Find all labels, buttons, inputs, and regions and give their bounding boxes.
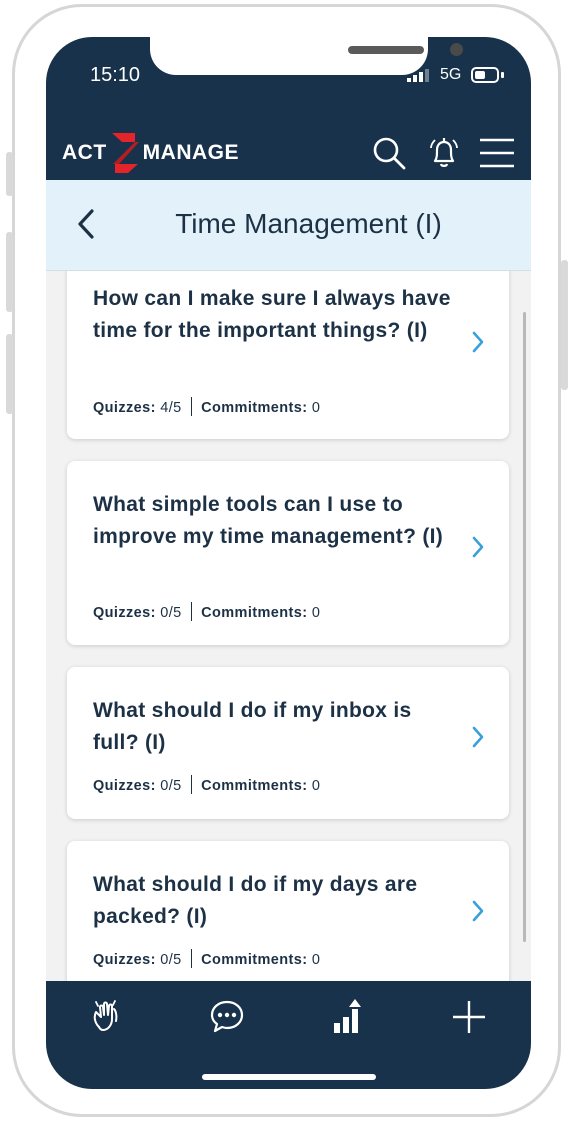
phone-side-button [6, 232, 13, 312]
bar-chart-icon[interactable] [328, 997, 368, 1037]
home-indicator[interactable] [202, 1074, 376, 1080]
chevron-right-icon[interactable] [471, 535, 485, 559]
logo-z-mark [111, 133, 139, 173]
quizzes-value: 4/5 [160, 399, 182, 416]
lesson-progress: Quizzes: 0/5 Commitments: 0 [93, 949, 320, 971]
quizzes-value: 0/5 [160, 951, 182, 968]
lesson-card[interactable]: What simple tools can I use to improve m… [67, 461, 509, 645]
status-time: 15:10 [90, 64, 141, 86]
phone-side-button [6, 152, 13, 196]
logo-text-left: ACT [62, 141, 107, 164]
commitments-value: 0 [311, 399, 321, 416]
camera [450, 43, 463, 56]
commitments-label: Commitments: [201, 604, 308, 621]
quizzes-value: 0/5 [160, 777, 182, 794]
lesson-progress: Quizzes: 4/5 Commitments: 0 [93, 397, 320, 419]
phone-side-button [561, 260, 568, 390]
bell-icon[interactable] [426, 135, 462, 171]
battery-cap [501, 72, 504, 78]
scrollbar[interactable] [523, 312, 526, 942]
commitments-value: 0 [311, 604, 321, 621]
chevron-right-icon[interactable] [471, 725, 485, 749]
battery-icon [471, 67, 499, 83]
meta-divider [190, 949, 193, 968]
app-header: ACT MANAGE [46, 127, 531, 180]
lesson-question: How can I make sure I always have time f… [93, 287, 451, 342]
quizzes-value: 0/5 [160, 604, 182, 621]
lesson-question: What should I do if my days are packed? … [93, 873, 418, 928]
plus-icon[interactable] [449, 997, 489, 1037]
notch [150, 37, 463, 75]
chevron-right-icon[interactable] [471, 330, 485, 354]
phone-side-button [6, 334, 13, 414]
app-logo[interactable]: ACT MANAGE [62, 131, 239, 175]
lesson-question: What simple tools can I use to improve m… [93, 493, 444, 548]
chat-bubble-icon[interactable] [207, 997, 247, 1037]
clap-hands-icon[interactable] [87, 997, 127, 1037]
speaker [348, 46, 424, 54]
quizzes-label: Quizzes: [93, 777, 156, 794]
commitments-label: Commitments: [201, 951, 308, 968]
lesson-card[interactable]: What should I do if my days are packed? … [67, 841, 509, 981]
quizzes-label: Quizzes: [93, 399, 156, 416]
phone-screen: 15:10 5G ACT MANAGE Time Management (I) … [46, 37, 531, 1089]
meta-divider [190, 397, 193, 416]
quizzes-label: Quizzes: [93, 951, 156, 968]
signal-icon [407, 69, 429, 82]
lesson-list[interactable]: How can I make sure I always have time f… [46, 271, 531, 981]
bottom-tab-bar [46, 981, 531, 1089]
chevron-right-icon[interactable] [471, 899, 485, 923]
logo-text-right: MANAGE [142, 141, 240, 164]
menu-icon[interactable] [479, 135, 515, 171]
commitments-label: Commitments: [201, 777, 308, 794]
lesson-progress: Quizzes: 0/5 Commitments: 0 [93, 775, 320, 797]
search-icon[interactable] [371, 135, 407, 171]
lesson-card[interactable]: What should I do if my inbox is full? (I… [67, 667, 509, 819]
page-title-bar: Time Management (I) [46, 180, 531, 271]
status-bar: 15:10 5G [46, 37, 531, 127]
lesson-question: What should I do if my inbox is full? (I… [93, 699, 412, 754]
meta-divider [190, 775, 193, 794]
lesson-progress: Quizzes: 0/5 Commitments: 0 [93, 602, 320, 624]
quizzes-label: Quizzes: [93, 604, 156, 621]
commitments-label: Commitments: [201, 399, 308, 416]
meta-divider [190, 602, 193, 621]
commitments-value: 0 [311, 777, 321, 794]
lesson-card[interactable]: How can I make sure I always have time f… [67, 271, 509, 439]
network-type: 5G [440, 66, 462, 83]
page-title: Time Management (I) [175, 208, 442, 239]
commitments-value: 0 [311, 951, 321, 968]
